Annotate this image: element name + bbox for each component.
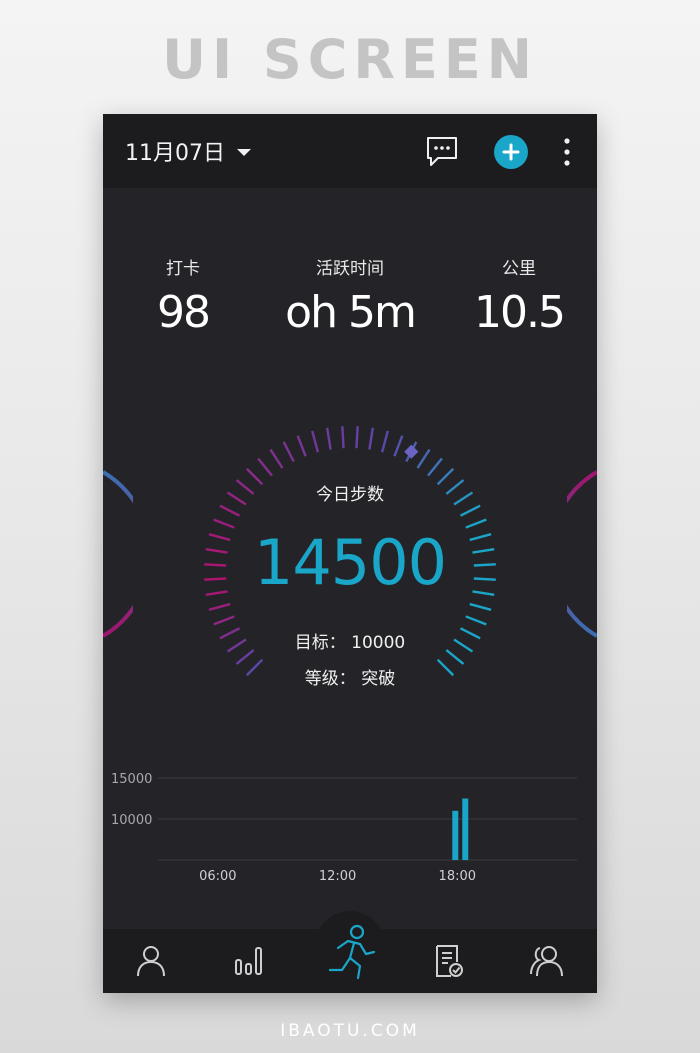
x-tick-label: 18:00 bbox=[439, 869, 476, 884]
goal-text: 目标： 10000 bbox=[294, 633, 406, 653]
gauge-tick bbox=[213, 615, 235, 626]
gauge-tick bbox=[393, 435, 404, 457]
stats-row: 打卡 98 活跃时间 oh 5m 公里 10.5 bbox=[103, 254, 597, 354]
checklist-icon bbox=[436, 945, 463, 977]
x-tick-label: 12:00 bbox=[319, 869, 356, 884]
chat-bubble-icon bbox=[427, 137, 457, 166]
more-button[interactable] bbox=[559, 136, 575, 172]
gauge-tick bbox=[459, 504, 481, 517]
gauge-tick bbox=[427, 457, 443, 477]
footer-watermark: IBAOTU.COM bbox=[280, 1021, 420, 1041]
chevron-down-icon bbox=[237, 148, 251, 156]
gauge-tick bbox=[465, 615, 487, 626]
chart-bar bbox=[462, 798, 469, 860]
gauge-tick bbox=[469, 602, 492, 611]
nav-profile[interactable] bbox=[135, 944, 167, 982]
gauge-tick bbox=[325, 427, 332, 450]
y-tick-label: 10000 bbox=[111, 813, 152, 828]
gauge-tick bbox=[219, 504, 241, 517]
gauge-tick bbox=[311, 430, 320, 453]
y-tick-label: 15000 bbox=[111, 772, 152, 787]
gauge-tick bbox=[226, 491, 247, 506]
profile-icon bbox=[137, 946, 165, 977]
stat-checkin: 打卡 98 bbox=[133, 254, 233, 338]
gauge-tick bbox=[257, 457, 273, 477]
chart-bar bbox=[452, 810, 459, 860]
step-count: 14500 bbox=[253, 526, 447, 599]
stat-value: 98 bbox=[157, 287, 211, 338]
add-button[interactable] bbox=[494, 135, 528, 173]
gauge-tick bbox=[296, 435, 307, 457]
banner-title: UI SCREEN bbox=[162, 28, 538, 91]
top-bar: 11月07日 bbox=[103, 114, 597, 188]
stat-active-time: 活跃时间 oh 5m bbox=[270, 254, 430, 338]
nav-statistics[interactable] bbox=[233, 944, 265, 982]
bar-chart-icon bbox=[235, 947, 262, 975]
gauge-progress-marker bbox=[404, 444, 419, 459]
date-selector[interactable]: 11月07日 bbox=[125, 134, 251, 168]
gauge-tick bbox=[269, 448, 284, 469]
gauge-tick bbox=[355, 426, 359, 449]
more-vertical-icon bbox=[564, 138, 570, 166]
level-text: 等级： 突破 bbox=[304, 669, 396, 689]
gauge-title: 今日步数 bbox=[316, 485, 384, 505]
friends-icon bbox=[530, 946, 563, 977]
message-button[interactable] bbox=[425, 136, 459, 172]
stat-value: 10.5 bbox=[474, 287, 566, 338]
gauge-tick bbox=[416, 448, 431, 469]
plus-icon bbox=[494, 135, 528, 169]
gauge-tick bbox=[341, 426, 345, 449]
hourly-steps-chart: 15000 10000 06:00 12:00 18:00 bbox=[111, 772, 577, 884]
date-label: 11月07日 bbox=[125, 141, 225, 166]
nav-friends[interactable] bbox=[529, 944, 565, 982]
nav-tasks[interactable] bbox=[433, 944, 465, 982]
stat-distance: 公里 10.5 bbox=[469, 254, 569, 338]
gauge-tick bbox=[453, 491, 474, 506]
phone-screen: 11月07日 打卡 98 活跃时间 oh 5m 公里 10.5 今日步数 145… bbox=[103, 114, 597, 993]
x-tick-label: 06:00 bbox=[199, 869, 236, 884]
nav-run[interactable] bbox=[324, 924, 378, 986]
gauge-tick bbox=[368, 427, 375, 450]
stat-label: 打卡 bbox=[166, 259, 200, 279]
running-icon bbox=[328, 924, 376, 980]
stat-label: 公里 bbox=[502, 259, 536, 279]
gauge-tick bbox=[282, 441, 295, 463]
stat-value: oh 5m bbox=[285, 287, 417, 338]
gauge-tick bbox=[380, 430, 389, 453]
stat-label: 活跃时间 bbox=[316, 259, 384, 279]
gauge-tick bbox=[208, 602, 231, 611]
